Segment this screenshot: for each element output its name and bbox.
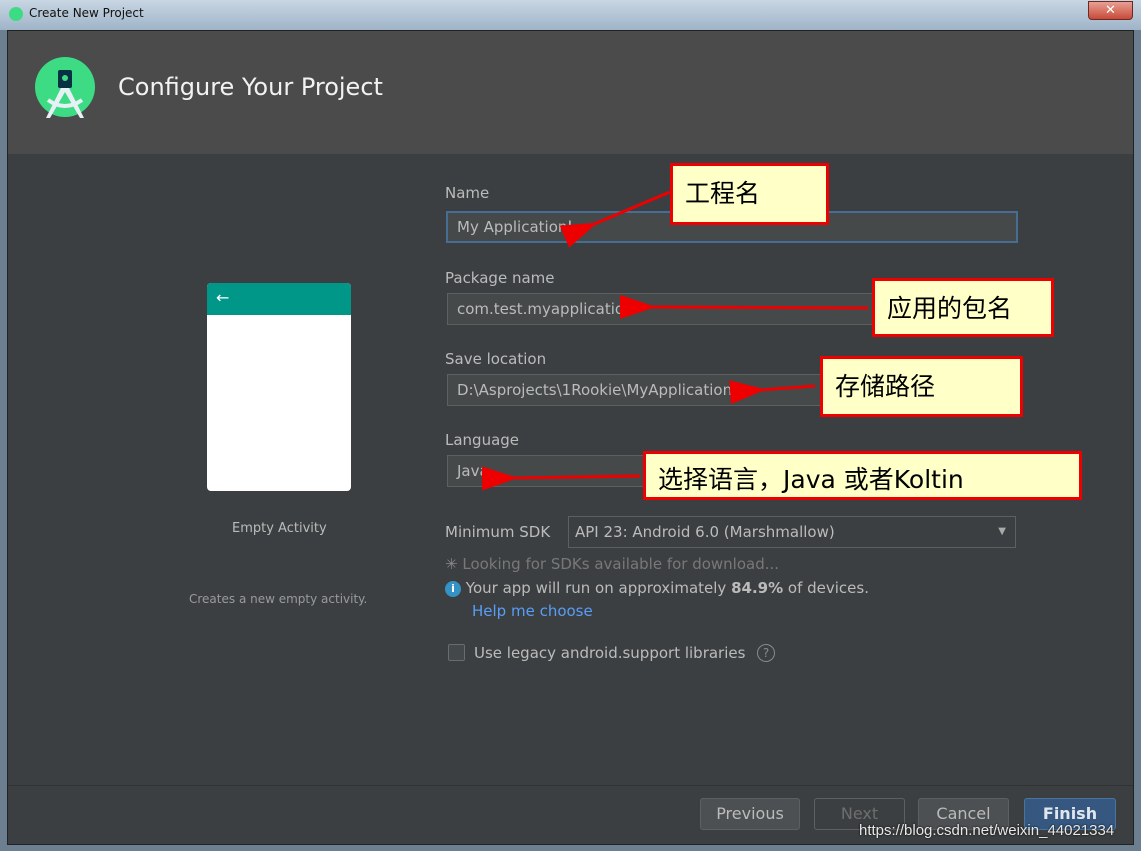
arrow-package [619, 294, 869, 319]
annotation-save-location: 存储路径 [820, 356, 1023, 417]
watermark: https://blog.csdn.net/weixin_44021334 [859, 822, 1115, 839]
annotation-arrows [481, 190, 869, 491]
arrow-name [559, 190, 671, 248]
annotation-language: 选择语言，Java 或者Koltin [643, 451, 1082, 500]
arrow-location [729, 380, 816, 405]
annotation-package-name: 应用的包名 [872, 278, 1054, 337]
annotation-project-name: 工程名 [670, 163, 829, 225]
arrow-language [481, 466, 641, 491]
